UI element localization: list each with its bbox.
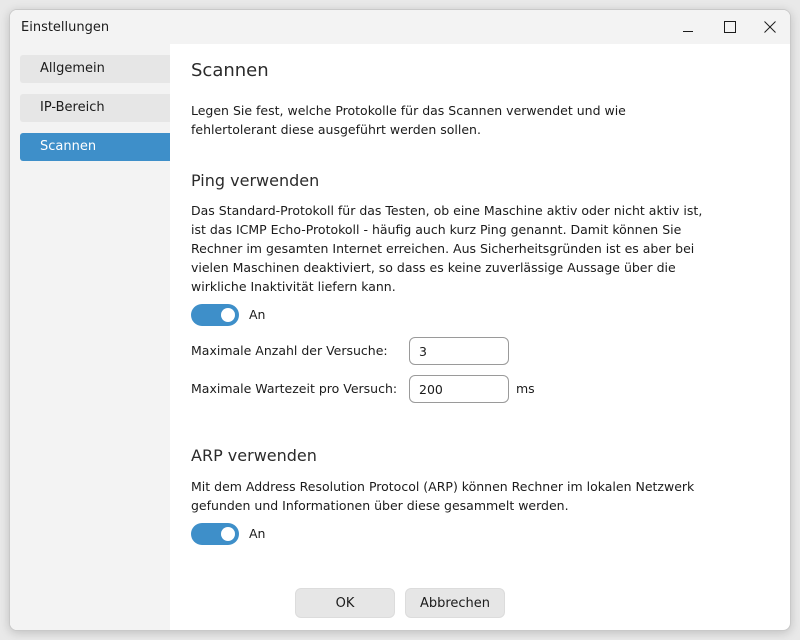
settings-sidebar: Allgemein IP-Bereich Scannen (10, 44, 170, 630)
minimize-icon (683, 31, 693, 32)
sidebar-item-label: Scannen (40, 139, 97, 154)
sidebar-item-scannen[interactable]: Scannen (20, 133, 170, 161)
settings-window: Einstellungen Allgemein IP-Bereich Scann… (9, 9, 791, 631)
ok-button[interactable]: OK (295, 588, 395, 618)
maximize-button[interactable] (710, 10, 750, 44)
timeout-label: Maximale Wartezeit pro Versuch: (191, 381, 398, 396)
sidebar-item-label: Allgemein (40, 61, 105, 76)
arp-description: Mit dem Address Resolution Protocol (ARP… (191, 479, 695, 513)
window-title: Einstellungen (21, 20, 110, 35)
arp-section-title: ARP verwenden (191, 446, 317, 465)
attempts-label: Maximale Anzahl der Versuche: (191, 343, 388, 358)
intro-text: Legen Sie fest, welche Protokolle für da… (191, 103, 626, 137)
attempts-input[interactable] (409, 337, 509, 365)
sidebar-item-ip-bereich[interactable]: IP-Bereich (20, 94, 170, 122)
ping-description: Das Standard-Protokoll für das Testen, o… (191, 203, 703, 294)
ping-toggle-label: An (249, 307, 266, 322)
sidebar-item-allgemein[interactable]: Allgemein (20, 55, 170, 83)
arp-toggle[interactable] (191, 523, 239, 545)
close-button[interactable] (750, 10, 790, 44)
minimize-button[interactable] (668, 10, 708, 44)
title-bar[interactable]: Einstellungen (10, 10, 790, 44)
maximize-icon (724, 21, 736, 33)
toggle-knob (221, 527, 235, 541)
ping-toggle[interactable] (191, 304, 239, 326)
close-icon (764, 21, 776, 33)
sidebar-item-label: IP-Bereich (40, 100, 105, 115)
arp-toggle-label: An (249, 526, 266, 541)
toggle-knob (221, 308, 235, 322)
ping-section-title: Ping verwenden (191, 171, 320, 190)
cancel-button[interactable]: Abbrechen (405, 588, 505, 618)
page-title: Scannen (191, 60, 269, 81)
timeout-unit: ms (516, 381, 535, 396)
timeout-input[interactable] (409, 375, 509, 403)
